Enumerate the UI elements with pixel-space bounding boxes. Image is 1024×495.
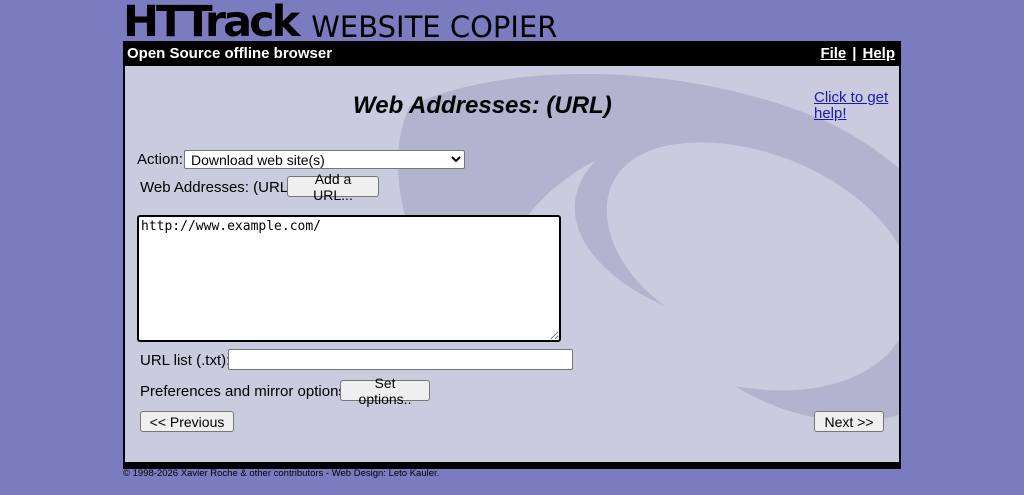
urls-textarea[interactable]: http://www.example.com/ [137,215,561,342]
main-frame: Open Source offline browser File | Help We… [123,41,901,469]
top-bar: Open Source offline browser File | Help [123,41,901,66]
url-list-input[interactable] [228,349,573,370]
httrack-logo: HTTrack WEBSITE COPIER [123,0,558,47]
action-label: Action: [137,151,183,168]
file-menu-link[interactable]: File [820,45,846,62]
footer-copyright: © 1998-2026 Xavier Roche & other contrib… [123,468,440,479]
help-menu-link[interactable]: Help [862,45,895,62]
help-link[interactable]: Click to get help! [814,90,894,122]
content-panel: Web Addresses: (URL) Click to get help! … [125,66,899,462]
add-url-button[interactable]: Add a URL... [287,171,379,203]
logo-sub-text: WEBSITE COPIER [311,10,558,44]
top-menu: File | Help [820,45,895,62]
tagline: Open Source offline browser [127,45,333,62]
next-button[interactable]: Next >> [814,411,884,432]
page-title: Web Addresses: (URL) [353,92,612,119]
url-list-label: URL list (.txt): [140,352,231,369]
previous-button[interactable]: << Previous [140,411,234,432]
logo-main-text: HTTrack [123,0,300,47]
action-select[interactable]: Download web site(s) [184,150,465,169]
prefs-label: Preferences and mirror options: [140,383,351,400]
web-addresses-label: Web Addresses: (URL) [140,179,294,196]
menu-separator: | [852,45,857,62]
set-options-button[interactable]: Set options.. [340,375,430,407]
